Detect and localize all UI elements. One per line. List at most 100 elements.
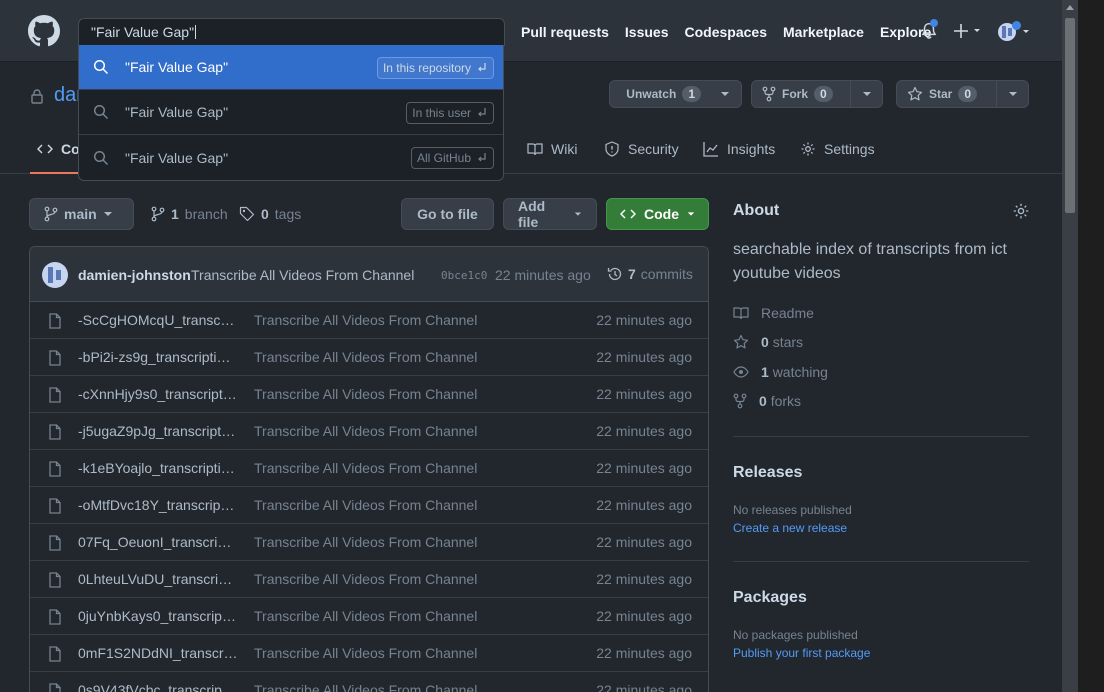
table-row[interactable]: 07Fq_OeuonI_transcription.txt Transcribe …: [30, 524, 708, 561]
table-row[interactable]: 0mF1S2NDdNI_transcription.txt Transcribe …: [30, 635, 708, 672]
file-listing: damien-johnston Transcribe All Videos Fr…: [29, 246, 709, 692]
scrollbar-thumb[interactable]: [1065, 18, 1075, 213]
readme-link[interactable]: Readme: [733, 305, 814, 321]
file-commit-time: 22 minutes ago: [596, 645, 692, 661]
tags-link[interactable]: 0 tags: [239, 206, 301, 222]
branches-link[interactable]: 1 branch: [151, 206, 228, 222]
suggestion-query: "Fair Value Gap": [125, 149, 229, 166]
file-name-link[interactable]: 0juYnbKays0_transcription.txt: [78, 608, 238, 624]
file-commit-time: 22 minutes ago: [596, 423, 692, 439]
branch-selector[interactable]: main: [29, 198, 134, 230]
file-commit-message[interactable]: Transcribe All Videos From Channel: [254, 571, 477, 587]
file-commit-message[interactable]: Transcribe All Videos From Channel: [254, 423, 477, 439]
create-release-link[interactable]: Create a new release: [733, 521, 847, 535]
publish-package-link[interactable]: Publish your first package: [733, 646, 870, 660]
nav-marketplace[interactable]: Marketplace: [783, 24, 864, 40]
suggestion-this-user[interactable]: "Fair Value Gap" In this user: [79, 90, 503, 135]
table-row[interactable]: -j5ugaZ9pJg_transcription.txt Transcribe …: [30, 413, 708, 450]
fork-counter: 0: [814, 86, 833, 102]
commit-history-link[interactable]: 7 commits: [607, 266, 693, 282]
chevron-down-icon[interactable]: [996, 81, 1028, 107]
tab-code[interactable]: Co: [37, 141, 80, 157]
table-row[interactable]: -oMtfDvc18Y_transcription.txt Transcribe …: [30, 487, 708, 524]
unwatch-button[interactable]: Unwatch 1: [609, 80, 742, 108]
file-name-link[interactable]: -oMtfDvc18Y_transcription.txt: [78, 497, 238, 513]
forks-link[interactable]: 0 forks: [733, 393, 801, 409]
file-name-link[interactable]: -ScCgHOMcqU_transcription.txt: [78, 312, 238, 328]
file-icon: [48, 424, 62, 440]
file-commit-message[interactable]: Transcribe All Videos From Channel: [254, 349, 477, 365]
file-commit-message[interactable]: Transcribe All Videos From Channel: [254, 386, 477, 402]
tag-icon: [239, 206, 255, 222]
table-row[interactable]: -cXnnHjy9s0_transcription.txt Transcribe …: [30, 376, 708, 413]
graph-icon: [703, 142, 718, 157]
table-row[interactable]: 0s9V43fVcbc_transcription.txt Transcribe …: [30, 672, 708, 692]
file-name-link[interactable]: 0mF1S2NDdNI_transcription.txt: [78, 645, 238, 661]
star-button[interactable]: Star 0: [896, 80, 1029, 108]
tab-settings[interactable]: Settings: [800, 141, 875, 157]
search-input[interactable]: "Fair Value Gap": [78, 18, 505, 46]
table-row[interactable]: 0LhteuLVuDU_transcription.txt Transcribe …: [30, 561, 708, 598]
nav-issues[interactable]: Issues: [625, 24, 669, 40]
file-name-link[interactable]: 0LhteuLVuDU_transcription.txt: [78, 571, 238, 587]
commit-author[interactable]: damien-johnston: [78, 267, 191, 283]
file-commit-message[interactable]: Transcribe All Videos From Channel: [254, 682, 477, 692]
table-row[interactable]: -ScCgHOMcqU_transcription.txt Transcribe …: [30, 302, 708, 339]
suggestion-all-github[interactable]: "Fair Value Gap" All GitHub: [79, 135, 503, 180]
releases-heading[interactable]: Releases: [733, 464, 802, 482]
tab-security[interactable]: Security: [604, 141, 679, 157]
nav-codespaces[interactable]: Codespaces: [685, 24, 767, 40]
file-commit-message[interactable]: Transcribe All Videos From Channel: [254, 534, 477, 550]
code-icon: [620, 209, 636, 219]
scroll-up-arrow-icon[interactable]: [1066, 4, 1074, 10]
file-commit-message[interactable]: Transcribe All Videos From Channel: [254, 645, 477, 661]
packages-empty: No packages published: [733, 628, 858, 642]
file-icon: [48, 572, 62, 588]
suggestion-query: "Fair Value Gap": [125, 104, 229, 120]
file-name-link[interactable]: -cXnnHjy9s0_transcription.txt: [78, 386, 238, 402]
chevron-down-icon[interactable]: [711, 81, 739, 107]
search-suggestions-dropdown: "Fair Value Gap" In this repository "Fai…: [78, 45, 504, 181]
file-name-link[interactable]: -k1eBYoajlo_transcription.txt: [78, 460, 238, 476]
file-name-link[interactable]: 0s9V43fVcbc_transcription.txt: [78, 682, 238, 692]
suggestion-this-repository[interactable]: "Fair Value Gap" In this repository: [79, 45, 503, 90]
gear-icon[interactable]: [1012, 202, 1030, 220]
create-new-plus-icon[interactable]: [954, 23, 982, 39]
star-icon: [907, 86, 923, 101]
go-to-file-button[interactable]: Go to file: [401, 198, 494, 230]
file-commit-message[interactable]: Transcribe All Videos From Channel: [254, 312, 477, 328]
latest-commit-bar: damien-johnston Transcribe All Videos Fr…: [30, 247, 708, 302]
watchers-link[interactable]: 1 watching: [733, 364, 828, 380]
commit-message[interactable]: Transcribe All Videos From Channel: [191, 267, 414, 283]
chevron-down-icon[interactable]: [850, 81, 882, 107]
file-name-link[interactable]: -bPi2i-zs9g_transcription.txt: [78, 349, 238, 365]
table-row[interactable]: -bPi2i-zs9g_transcription.txt Transcribe …: [30, 339, 708, 376]
table-row[interactable]: -k1eBYoajlo_transcription.txt Transcribe …: [30, 450, 708, 487]
code-button[interactable]: Code: [606, 198, 709, 230]
shield-icon: [605, 141, 619, 157]
table-row[interactable]: 0juYnbKays0_transcription.txt Transcribe …: [30, 598, 708, 635]
file-commit-message[interactable]: Transcribe All Videos From Channel: [254, 497, 477, 513]
file-commit-message[interactable]: Transcribe All Videos From Channel: [254, 608, 477, 624]
nav-pull-requests[interactable]: Pull requests: [521, 24, 609, 40]
file-name-link[interactable]: 07Fq_OeuonI_transcription.txt: [78, 534, 238, 550]
divider: [733, 561, 1029, 562]
file-name-link[interactable]: -j5ugaZ9pJg_transcription.txt: [78, 423, 238, 439]
commit-sha[interactable]: 0bce1c0: [441, 269, 487, 282]
github-logo-icon[interactable]: [28, 15, 60, 47]
notification-indicator: [930, 19, 938, 27]
chevron-down-icon: [687, 212, 695, 216]
stars-link[interactable]: 0 stars: [733, 334, 803, 350]
repo-forked-icon: [762, 86, 776, 102]
file-commit-message[interactable]: Transcribe All Videos From Channel: [254, 460, 477, 476]
file-commit-time: 22 minutes ago: [596, 534, 692, 550]
tab-insights[interactable]: Insights: [703, 141, 775, 157]
add-file-button[interactable]: Add file: [503, 198, 597, 230]
avatar-status-dot: [1012, 21, 1021, 30]
enter-return-icon: [478, 153, 486, 162]
packages-heading[interactable]: Packages: [733, 589, 807, 607]
tab-wiki[interactable]: Wiki: [527, 141, 577, 157]
avatar[interactable]: [42, 262, 68, 288]
fork-button[interactable]: Fork 0: [751, 80, 883, 108]
suggestion-query: "Fair Value Gap": [125, 59, 229, 75]
